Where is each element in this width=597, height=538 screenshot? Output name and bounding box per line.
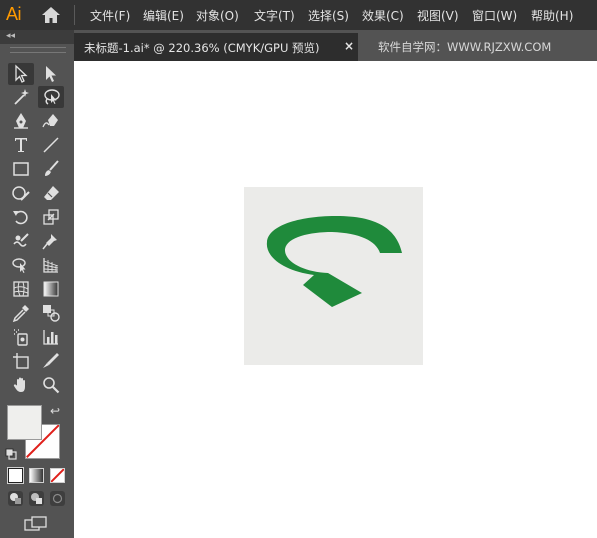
scale-tool-icon[interactable]	[38, 206, 64, 228]
artboard-tool-icon[interactable]	[8, 350, 34, 372]
none-mode-button[interactable]	[50, 468, 65, 483]
shape-builder-tool-icon[interactable]	[8, 254, 34, 276]
eyedropper-tool-icon[interactable]	[8, 302, 34, 324]
slice-tool-icon[interactable]	[38, 350, 64, 372]
tab-close-icon[interactable]: ×	[344, 39, 354, 53]
gradient-mode-button[interactable]	[29, 468, 44, 483]
draw-behind-icon[interactable]	[29, 491, 44, 506]
curvature-tool-icon[interactable]	[38, 110, 64, 132]
eraser-tool-icon[interactable]	[38, 182, 64, 204]
shaper-tool-icon[interactable]	[8, 182, 34, 204]
menu-window[interactable]: 窗口(W)	[472, 7, 517, 24]
tab-active-document[interactable]: 未标题-1.ai* @ 220.36% (CMYK/GPU 预览) ×	[74, 33, 358, 61]
swap-fill-stroke-icon[interactable]: ↩	[50, 404, 60, 418]
menu-help[interactable]: 帮助(H)	[531, 7, 573, 24]
hand-tool-icon[interactable]	[8, 374, 34, 396]
change-screen-mode-icon[interactable]	[24, 516, 48, 532]
magic-wand-tool-icon[interactable]	[8, 86, 34, 108]
mesh-tool-icon[interactable]	[8, 278, 34, 300]
warp-tool-icon[interactable]	[8, 230, 34, 252]
selection-tool-icon[interactable]	[8, 63, 34, 85]
line-segment-tool-icon[interactable]	[38, 134, 64, 156]
perspective-grid-tool-icon[interactable]	[38, 254, 64, 276]
app-logo: Ai	[6, 4, 22, 24]
direct-selection-tool-icon[interactable]	[38, 63, 64, 85]
menu-separator	[74, 5, 75, 25]
pen-tool-icon[interactable]	[8, 110, 34, 132]
panel-grip[interactable]	[10, 47, 66, 53]
draw-normal-icon[interactable]	[8, 491, 23, 506]
menu-select[interactable]: 选择(S)	[308, 7, 349, 24]
collapse-panel-icon[interactable]: ◂◂	[6, 31, 15, 41]
artwork-square[interactable]	[244, 187, 423, 365]
symbol-sprayer-tool-icon[interactable]	[8, 326, 34, 348]
type-tool-icon[interactable]	[8, 134, 34, 156]
column-graph-tool-icon[interactable]	[38, 326, 64, 348]
paintbrush-tool-icon[interactable]	[38, 158, 64, 180]
default-fill-stroke-icon[interactable]	[5, 445, 17, 460]
tab-inactive-document[interactable]: 软件自学网：WWW.RJZXW.COM	[378, 39, 551, 55]
menu-object[interactable]: 对象(O)	[196, 7, 239, 24]
menu-edit[interactable]: 编辑(E)	[143, 7, 184, 24]
menu-type[interactable]: 文字(T)	[254, 7, 295, 24]
lasso-tool-icon[interactable]	[38, 86, 64, 108]
fill-color-swatch[interactable]	[7, 405, 42, 440]
menu-file[interactable]: 文件(F)	[90, 7, 130, 24]
blend-tool-icon[interactable]	[38, 302, 64, 324]
home-icon[interactable]	[40, 5, 62, 25]
zoom-tool-icon[interactable]	[38, 374, 64, 396]
tab-active-label: 未标题-1.ai* @ 220.36% (CMYK/GPU 预览)	[84, 41, 320, 55]
draw-inside-icon[interactable]	[50, 491, 65, 506]
menu-bar: Ai 文件(F) 编辑(E) 对象(O) 文字(T) 选择(S) 效果(C) 视…	[0, 0, 597, 30]
color-mode-button[interactable]	[7, 467, 24, 484]
menu-effect[interactable]: 效果(C)	[362, 7, 404, 24]
puppet-warp-tool-icon[interactable]	[38, 230, 64, 252]
menu-view[interactable]: 视图(V)	[417, 7, 459, 24]
gradient-tool-icon[interactable]	[38, 278, 64, 300]
rotate-tool-icon[interactable]	[8, 206, 34, 228]
green-curved-arrow-icon[interactable]	[244, 187, 423, 365]
rectangle-tool-icon[interactable]	[8, 158, 34, 180]
